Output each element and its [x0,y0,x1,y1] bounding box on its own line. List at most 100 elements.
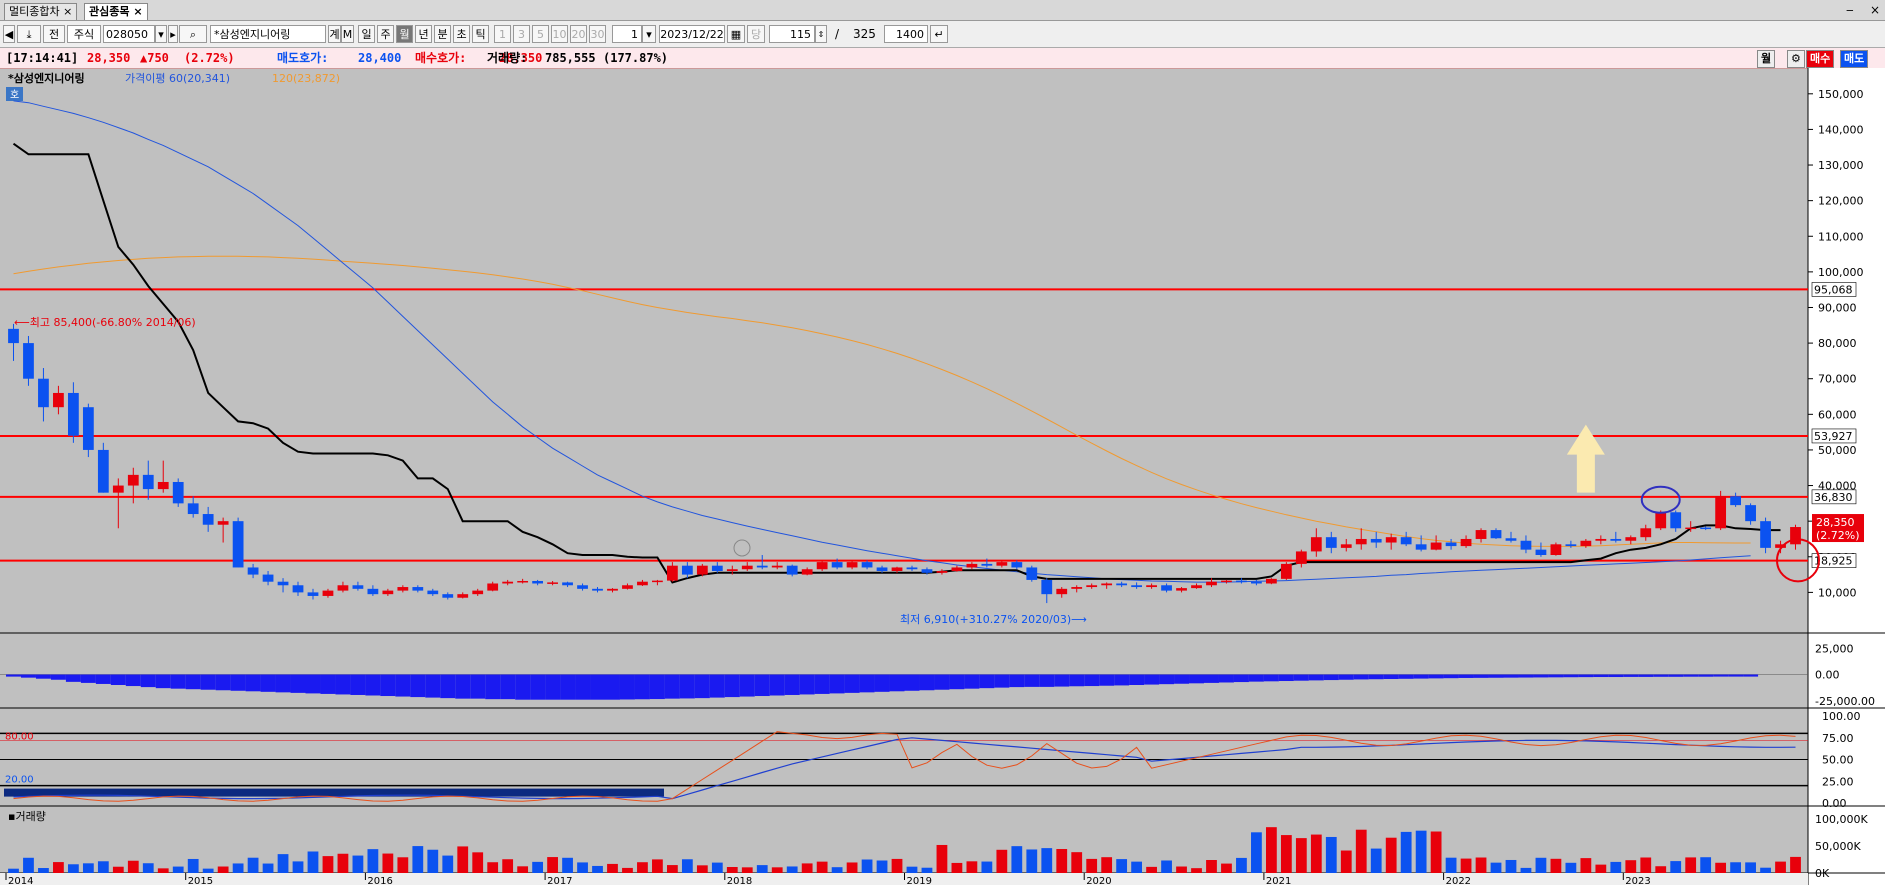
envelope-line [12,142,1781,584]
volume-bar [1011,846,1023,873]
search-icon[interactable]: ⌕ [179,25,207,43]
macd-bar [724,674,740,698]
candle-body [696,565,708,575]
code-input[interactable]: 028050 [103,25,155,43]
period-toggle-button[interactable]: 월 [1757,50,1776,68]
macd-bar [50,674,66,680]
macd-bar [1503,674,1519,678]
volume-bar [1745,862,1756,873]
group-button[interactable]: 계 [328,25,341,43]
tab-watchlist[interactable]: 관심종목 × [84,3,148,20]
candle-body [666,565,678,581]
candle-body [352,585,364,589]
candle-body [1790,527,1801,545]
volume-bar [966,861,978,873]
buy-button[interactable]: 매수 [1806,50,1835,68]
sell-button[interactable]: 매도 [1840,50,1869,68]
tab-multi-chart[interactable]: 멀티종합차 × [4,3,78,20]
prev-button[interactable]: 전 [43,25,65,43]
volume-bar [1730,862,1742,873]
candle-body [622,585,633,589]
volume-bar [831,867,843,873]
calendar-icon[interactable]: ▦ [727,25,745,43]
candle-body [652,580,663,583]
macd-bar [80,674,96,683]
period-second[interactable]: 초 [453,25,470,43]
count-stepper[interactable]: ⇕ [815,25,827,43]
close-window-icon[interactable]: × [1870,3,1880,17]
candle-body [711,565,723,572]
volume-bar [1086,858,1098,873]
minute-option-5[interactable]: 5 [532,25,549,43]
volume-bar [1520,867,1532,873]
candle-body [1280,563,1292,579]
close-icon[interactable]: × [63,5,72,18]
macd-bar [1638,674,1654,677]
count-slash: / [835,27,840,41]
download-icon[interactable]: ⤓ [17,25,41,43]
stock-name-field[interactable]: *삼성엔지니어링 [210,25,326,43]
volume-bar [8,868,19,873]
candle-body [1580,540,1592,547]
volume-bar [217,866,229,873]
period-month[interactable]: 월 [396,25,413,43]
stoch-tick-label: 100.00 [1822,710,1861,723]
badge-label: 호 [10,89,19,101]
volume-bar [951,862,963,873]
asset-type-select[interactable]: 주식 [67,25,101,43]
candle-body [397,587,409,591]
x-year-label: 2014 [8,876,33,885]
period-day[interactable]: 일 [358,25,375,43]
macd-bar [6,674,21,677]
chart-canvas[interactable]: *삼성엔지니어링 가격이평 60(20,341) 120(23,872) 호 10,00… [0,68,1885,885]
macd-bar [874,674,890,692]
minute-option-1[interactable]: 1 [494,25,511,43]
candle-body [1251,581,1262,584]
macd-bar [1248,674,1264,682]
chevron-down-icon[interactable]: ▾ [155,25,167,43]
minute-option-30[interactable]: 30 [589,25,606,43]
volume-bar [756,865,768,873]
x-year-label: 2017 [547,876,572,885]
volume-bar [801,863,813,873]
prev-arrow-icon[interactable]: ◀ [3,25,15,43]
volume-bar [547,857,558,873]
volume-bar [1610,861,1622,873]
today-button[interactable]: 당 [747,25,765,43]
minute-option-20[interactable]: 20 [570,25,587,43]
volume-bar [367,849,379,873]
minute-option-10[interactable]: 10 [551,25,568,43]
volume-bar [427,849,439,873]
group-m-button[interactable]: M [341,25,354,43]
gear-icon[interactable]: ⚙ [1787,50,1805,68]
macd-bar [1563,674,1579,678]
volume-bar [1056,849,1068,873]
macd-bar [65,674,81,682]
display-count-input[interactable]: 1400 [884,25,928,43]
hline-value-label: 53,927 [1814,430,1853,443]
legend-ma60: 가격이평 60(20,341) [125,72,230,85]
period-minute[interactable]: 분 [434,25,451,43]
date-input[interactable]: 2023/12/22 [659,25,725,43]
next-arrow-icon[interactable]: ▸ [168,25,178,43]
count-input[interactable]: 115 [769,25,815,43]
macd-bar [1129,674,1145,685]
macd-bar [1308,674,1324,681]
period-year[interactable]: 년 [415,25,432,43]
apply-icon[interactable]: ↵ [930,25,948,43]
y-tick-label: 80,000 [1818,337,1857,350]
macd-bar [694,674,710,699]
volume-bar [1310,834,1322,873]
multiplier-input[interactable]: 1 [612,25,642,43]
minute-option-3[interactable]: 3 [513,25,530,43]
candle-body [1265,578,1277,584]
crosshair-marker [733,539,751,557]
volume-bar [53,862,64,873]
quote-change: ▲750 [140,51,169,65]
volume-bar [1655,866,1667,873]
minimize-icon[interactable]: ‒ [1846,3,1854,17]
chevron-down-icon[interactable]: ▾ [642,25,656,43]
close-icon[interactable]: × [133,5,142,18]
period-week[interactable]: 주 [377,25,394,43]
period-tick[interactable]: 틱 [472,25,489,43]
